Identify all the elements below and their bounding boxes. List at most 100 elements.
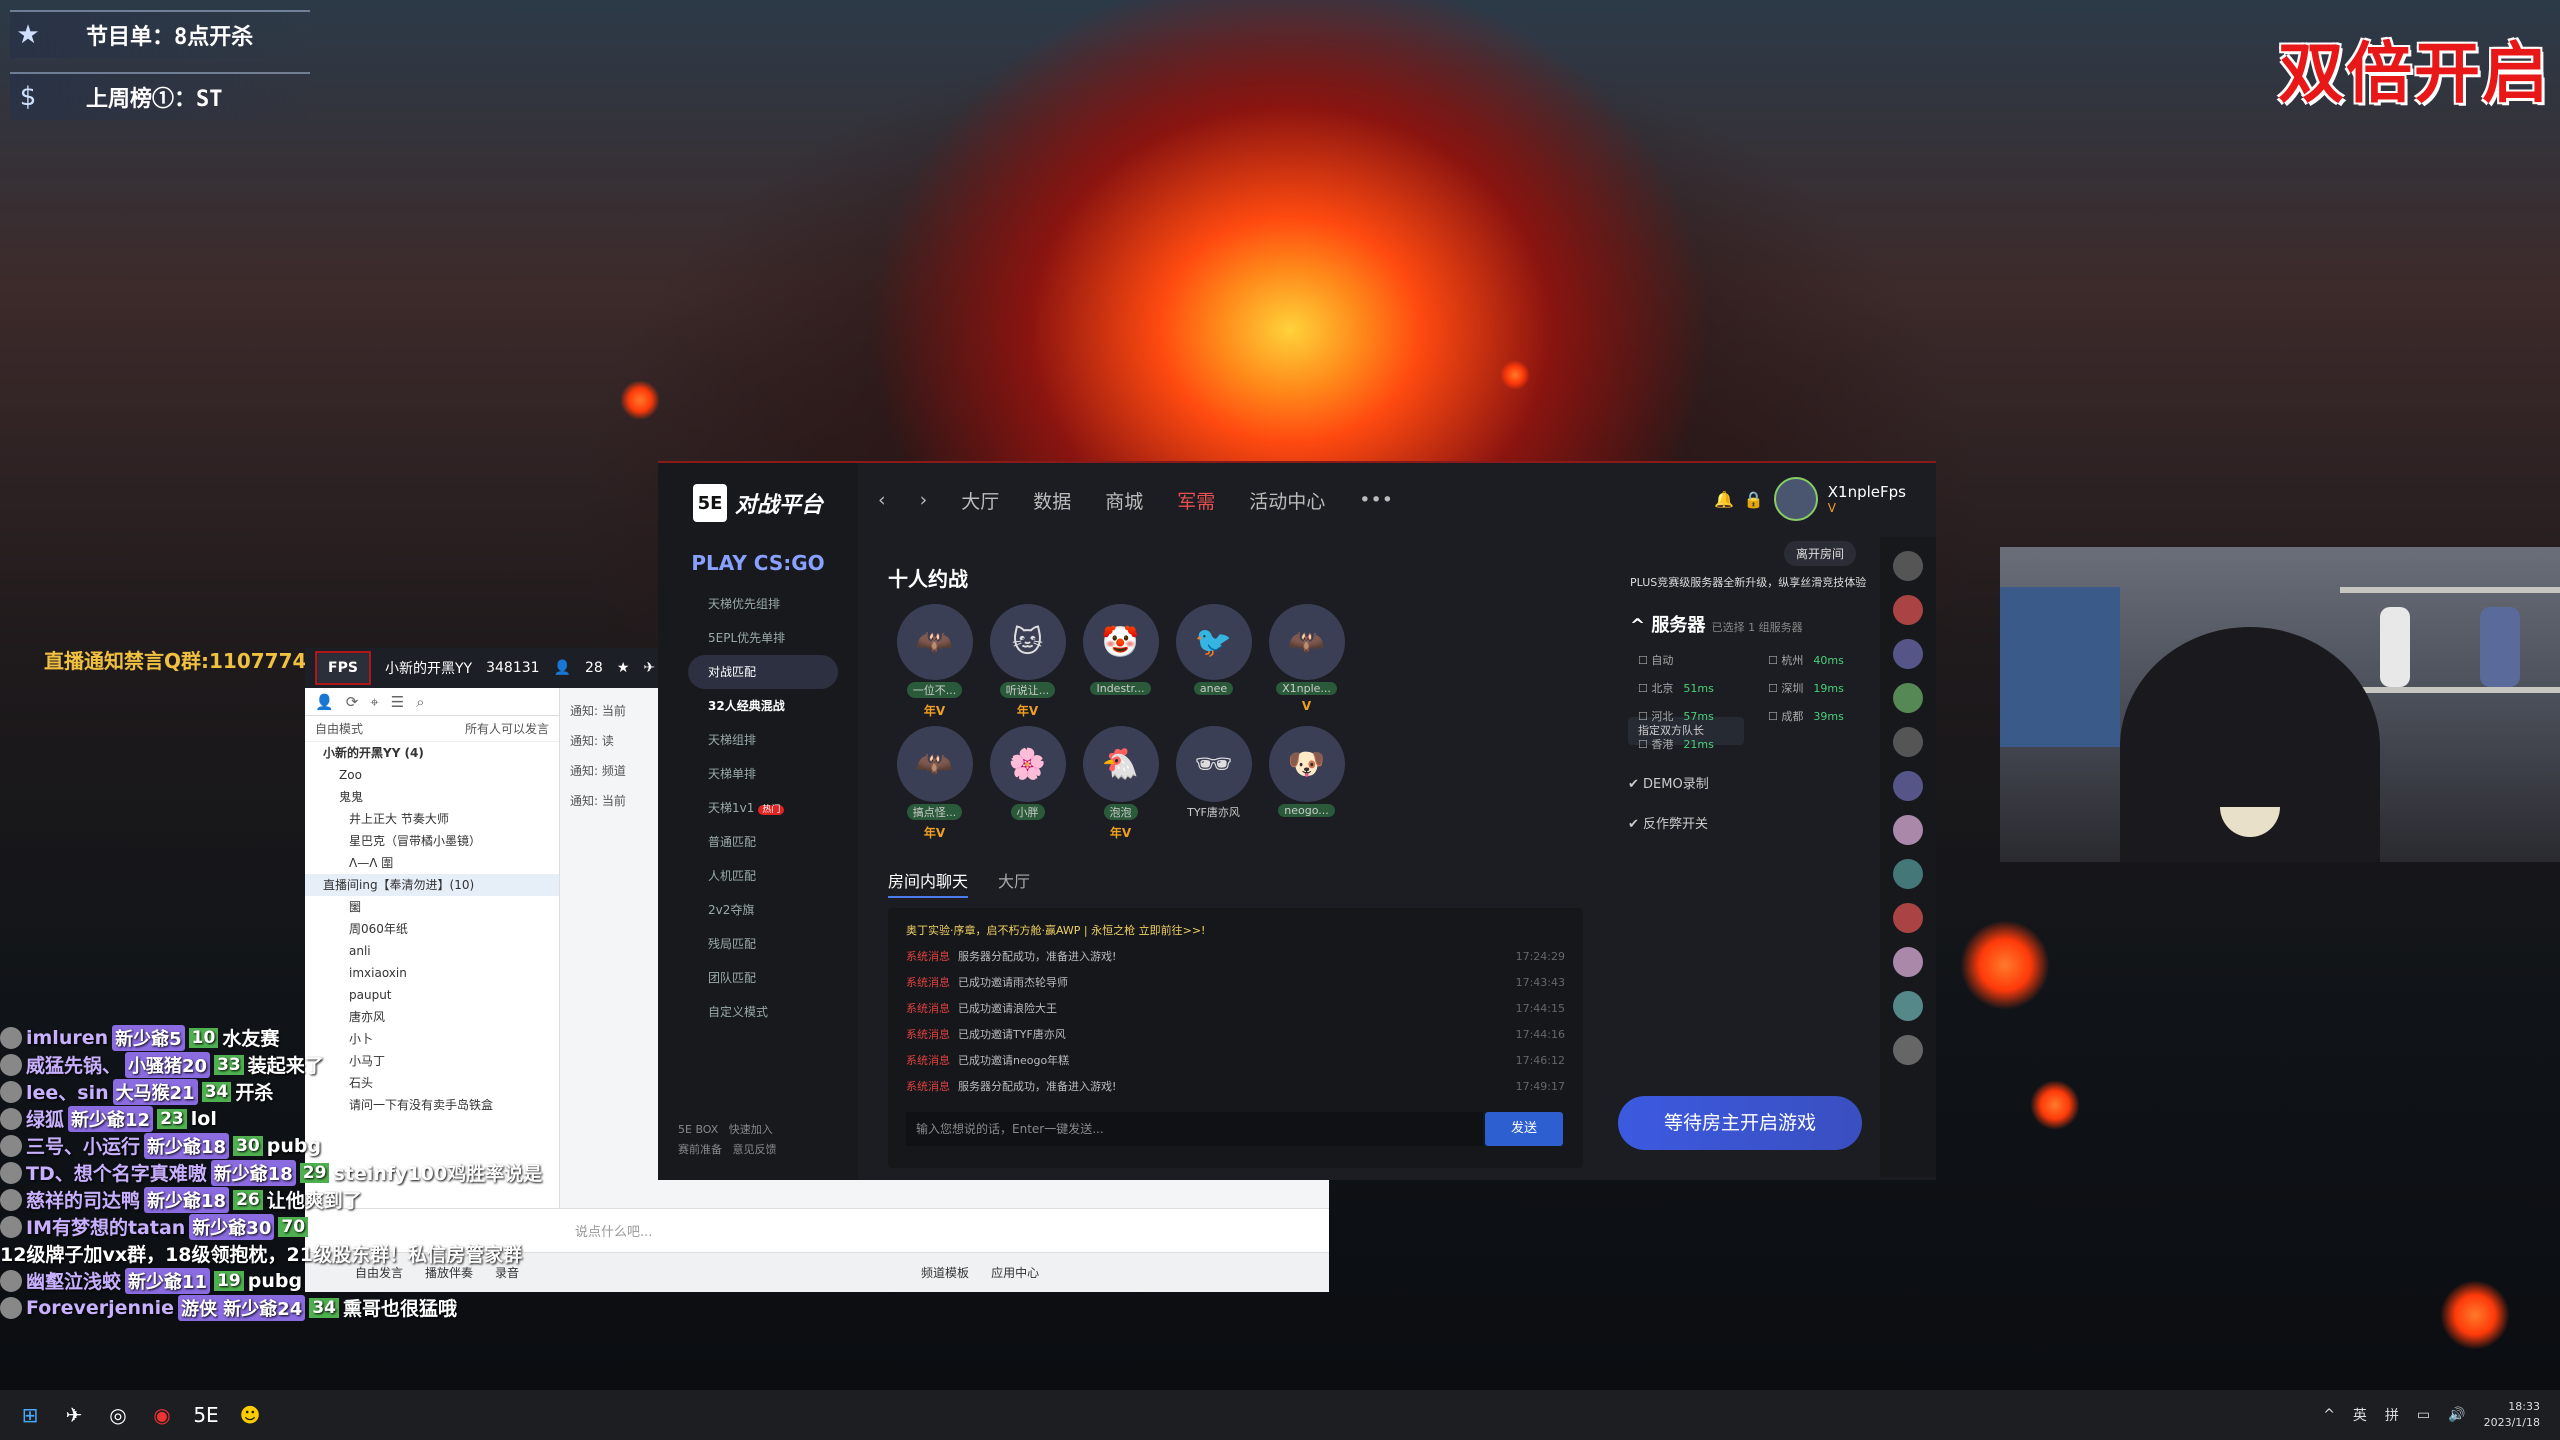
tree-item[interactable]: 周060年纸 — [305, 918, 559, 940]
refresh-icon[interactable]: ⟳ — [346, 693, 359, 711]
player-slot[interactable]: 🐔 泡泡 年V — [1074, 726, 1167, 840]
chevron-up-icon[interactable]: ^ — [2323, 1407, 2335, 1423]
tree-item[interactable]: 圞 — [305, 896, 559, 918]
back-arrow-icon[interactable]: ‹ — [878, 489, 886, 511]
player-slot[interactable]: 🌸 小胖 — [981, 726, 1074, 838]
avatar[interactable] — [1893, 1035, 1923, 1065]
network-icon[interactable]: ▭ — [2417, 1407, 2430, 1423]
forward-arrow-icon[interactable]: › — [920, 489, 928, 511]
server-option[interactable]: ☐ 杭州 40ms — [1768, 647, 1868, 675]
prep-link[interactable]: 赛前准备 — [678, 1143, 722, 1156]
lock-icon[interactable]: 🔒 — [1744, 490, 1764, 509]
player-slot[interactable]: 🦇 X1nple... V — [1260, 604, 1353, 716]
tree-item[interactable]: 直播间ing【奉清勿进】(10) — [305, 874, 559, 896]
tab-lobby[interactable]: 大厅 — [998, 868, 1030, 898]
more-icon[interactable]: ••• — [1359, 489, 1393, 511]
server-option[interactable]: ☐ 深圳 19ms — [1768, 675, 1868, 703]
mode-item[interactable]: 自定义模式 — [658, 995, 858, 1029]
avatar[interactable] — [1893, 903, 1923, 933]
clock[interactable]: 18:33 2023/1/18 — [2484, 1399, 2540, 1431]
mode-item[interactable]: 2v2夺旗 — [658, 893, 858, 927]
box-link[interactable]: 5E BOX — [678, 1123, 718, 1136]
ime-lang[interactable]: 英 — [2353, 1405, 2367, 1425]
mode-item[interactable]: 32人经典混战 — [658, 689, 858, 723]
nav-military[interactable]: 军需 — [1177, 487, 1215, 514]
location-icon[interactable]: ⌖ — [370, 693, 378, 711]
mode-item[interactable]: 残局匹配 — [658, 927, 858, 961]
tree-item[interactable]: pauput — [305, 984, 559, 1006]
tab-room-chat[interactable]: 房间内聊天 — [888, 868, 969, 898]
nav-lobby[interactable]: 大厅 — [961, 487, 999, 514]
avatar[interactable] — [1893, 859, 1923, 889]
avatar[interactable] — [1893, 727, 1923, 757]
server-option[interactable]: ☐ 香港 21ms — [1638, 731, 1768, 759]
user-icon[interactable]: 👤 — [315, 693, 334, 711]
avatar[interactable] — [1893, 639, 1923, 669]
player-slot[interactable]: 🐶 neogo... — [1260, 726, 1353, 838]
player-slot[interactable]: 🦇 一位不... 年V — [888, 604, 981, 718]
avatar[interactable] — [1893, 947, 1923, 977]
app-icon[interactable]: ✈ — [60, 1401, 88, 1429]
list-icon[interactable]: ☰ — [391, 693, 404, 711]
mode-item[interactable]: 天梯优先组排 — [658, 587, 858, 621]
ime-mode[interactable]: 拼 — [2385, 1405, 2399, 1425]
mode-item[interactable]: 天梯单排 — [658, 757, 858, 791]
mode-item[interactable]: 人机匹配 — [658, 859, 858, 893]
feedback-link[interactable]: 意见反馈 — [733, 1143, 777, 1156]
mode-label[interactable]: 自由模式 — [315, 720, 363, 737]
mode-item[interactable]: 团队匹配 — [658, 961, 858, 995]
plane-icon[interactable]: ✈ — [643, 660, 655, 676]
avatar[interactable] — [1893, 595, 1923, 625]
search-icon[interactable]: ⌕ — [416, 693, 424, 711]
nav-data[interactable]: 数据 — [1033, 487, 1071, 514]
star-icon[interactable]: ★ — [617, 660, 630, 676]
bottom-item[interactable]: 应用中心 — [991, 1264, 1039, 1281]
volume-icon[interactable]: 🔊 — [2448, 1407, 2465, 1423]
tree-item[interactable]: anli — [305, 940, 559, 962]
app-icon[interactable]: ◎ — [104, 1401, 132, 1429]
avatar[interactable] — [1893, 771, 1923, 801]
server-option[interactable]: ☐ 成都 39ms — [1768, 703, 1868, 731]
avatar[interactable] — [1893, 815, 1923, 845]
speak-mode-row[interactable]: 自由模式 所有人可以发言 — [305, 716, 559, 742]
send-button[interactable]: 发送 — [1485, 1112, 1563, 1146]
5e-icon[interactable]: 5E — [192, 1401, 220, 1429]
app-icon[interactable]: ☻ — [236, 1401, 264, 1429]
nav-shop[interactable]: 商城 — [1105, 487, 1143, 514]
quick-join-link[interactable]: 快速加入 — [729, 1123, 773, 1136]
mode-item[interactable]: 天梯1v1 热门 — [658, 791, 858, 825]
tree-item[interactable]: imxiaoxin — [305, 962, 559, 984]
server-option[interactable]: ☐ 河北 57ms — [1638, 703, 1768, 731]
mode-item[interactable]: 天梯组排 — [658, 723, 858, 757]
player-slot[interactable]: 🦇 搞点怪... 年V — [888, 726, 981, 840]
tree-item[interactable]: Zoo — [305, 764, 559, 786]
chat-input[interactable]: 输入您想说的话，Enter一键发送... — [906, 1112, 1483, 1146]
mode-item[interactable]: 对战匹配 — [688, 655, 838, 689]
server-option[interactable]: ☐ 北京 51ms — [1638, 675, 1768, 703]
tree-item[interactable]: 井上正大 节奏大师 — [305, 808, 559, 830]
bell-icon[interactable]: 🔔 — [1714, 490, 1734, 509]
player-slot[interactable]: 🕶 TYF唐亦风 — [1167, 726, 1260, 838]
player-slot[interactable]: 🐱 听说让... 年V — [981, 604, 1074, 718]
windows-start-icon[interactable]: ⊞ — [16, 1401, 44, 1429]
server-option[interactable]: ☐ 自动 — [1638, 647, 1768, 675]
tree-item[interactable]: 鬼鬼 — [305, 786, 559, 808]
wait-host-button[interactable]: 等待房主开启游戏 — [1618, 1096, 1862, 1150]
avatar[interactable] — [1893, 991, 1923, 1021]
bottom-item[interactable]: 频道模板 — [921, 1264, 969, 1281]
avatar[interactable] — [1893, 551, 1923, 581]
server-title[interactable]: ^ 服务器 已选择 1 组服务器 — [1630, 611, 1878, 637]
tree-item[interactable]: 小新的开黑YY (4) — [305, 742, 559, 764]
anticheat-toggle[interactable]: ✔ 反作弊开关 — [1628, 805, 1828, 845]
avatar[interactable] — [1893, 683, 1923, 713]
mode-item[interactable]: 普通匹配 — [658, 825, 858, 859]
player-slot[interactable]: 🐦 anee — [1167, 604, 1260, 716]
demo-toggle[interactable]: ✔ DEMO录制 — [1628, 765, 1828, 805]
nav-events[interactable]: 活动中心 — [1249, 487, 1325, 514]
tree-item[interactable]: Λ—Λ 圍 — [305, 852, 559, 874]
mode-item[interactable]: 5EPL优先单排 — [658, 621, 858, 655]
tree-item[interactable]: 星巴克（冒带橘小墨镜） — [305, 830, 559, 852]
player-slot[interactable]: 🤡 Indestr... — [1074, 604, 1167, 716]
avatar[interactable] — [1773, 477, 1818, 521]
netease-icon[interactable]: ◉ — [148, 1401, 176, 1429]
